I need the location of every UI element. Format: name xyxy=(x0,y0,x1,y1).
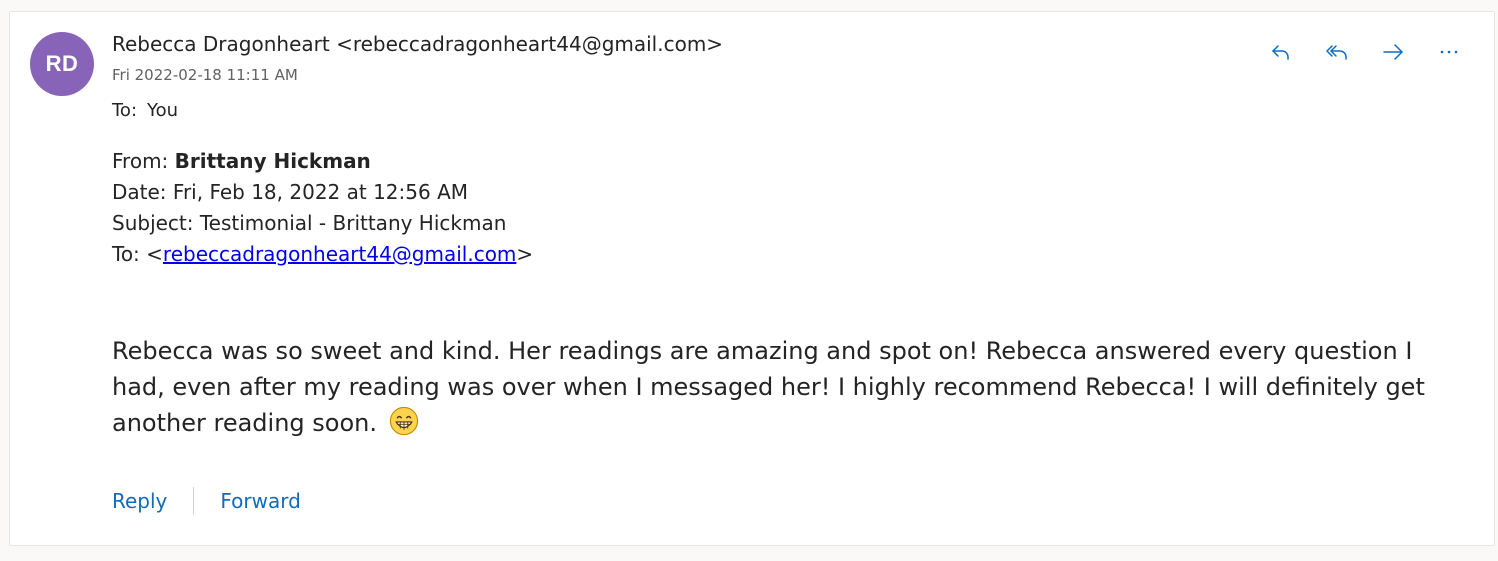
more-icon xyxy=(1440,50,1458,54)
forwarded-to-label: To: < xyxy=(112,242,163,266)
grinning-face-emoji-icon xyxy=(389,406,418,436)
to-label: To: xyxy=(112,100,138,121)
reply-all-button[interactable] xyxy=(1312,36,1362,68)
footer-divider xyxy=(193,487,195,515)
forward-icon xyxy=(1383,44,1403,60)
sender-email: <rebeccadragonheart44@gmail.com> xyxy=(336,32,724,56)
reply-icon xyxy=(1272,45,1289,60)
reply-all-icon xyxy=(1326,45,1347,60)
sender-name[interactable]: Rebecca Dragonheart xyxy=(112,32,330,56)
forwarded-to: To: <rebeccadragonheart44@gmail.com> xyxy=(112,239,533,270)
forwarded-to-email-link[interactable]: rebeccadragonheart44@gmail.com xyxy=(163,242,517,266)
forwarded-from-label: From: xyxy=(112,149,169,173)
forwarded-date: Date: Fri, Feb 18, 2022 at 12:56 AM xyxy=(112,180,469,204)
message-footer: Reply Forward xyxy=(112,486,301,516)
footer-forward-button[interactable]: Forward xyxy=(220,486,300,516)
forwarded-from-name: Brittany Hickman xyxy=(174,149,371,173)
forwarded-header: From: Brittany Hickman Date: Fri, Feb 18… xyxy=(112,146,533,270)
message-body: Rebecca was so sweet and kind. Her readi… xyxy=(112,333,1462,441)
avatar-initials: RD xyxy=(45,51,79,76)
email-message-card: RD Rebecca Dragonheart <rebeccadragonhea… xyxy=(9,11,1495,546)
reply-button[interactable] xyxy=(1256,36,1306,68)
sender-line: Rebecca Dragonheart <rebeccadragonheart4… xyxy=(112,31,723,57)
forward-button[interactable] xyxy=(1368,36,1418,68)
footer-reply-button[interactable]: Reply xyxy=(112,486,167,516)
recipient-line: To: You xyxy=(112,99,178,123)
forwarded-from: From: Brittany Hickman xyxy=(112,146,533,177)
message-actions xyxy=(1256,36,1474,68)
message-body-text: Rebecca was so sweet and kind. Her readi… xyxy=(112,337,1425,437)
forwarded-subject: Subject: Testimonial - Brittany Hickman xyxy=(112,211,507,235)
to-recipient[interactable]: You xyxy=(147,100,178,121)
avatar[interactable]: RD xyxy=(30,32,94,96)
more-actions-button[interactable] xyxy=(1424,36,1474,68)
message-datetime: Fri 2022-02-18 11:11 AM xyxy=(112,66,298,84)
forwarded-to-close: > xyxy=(516,242,534,266)
